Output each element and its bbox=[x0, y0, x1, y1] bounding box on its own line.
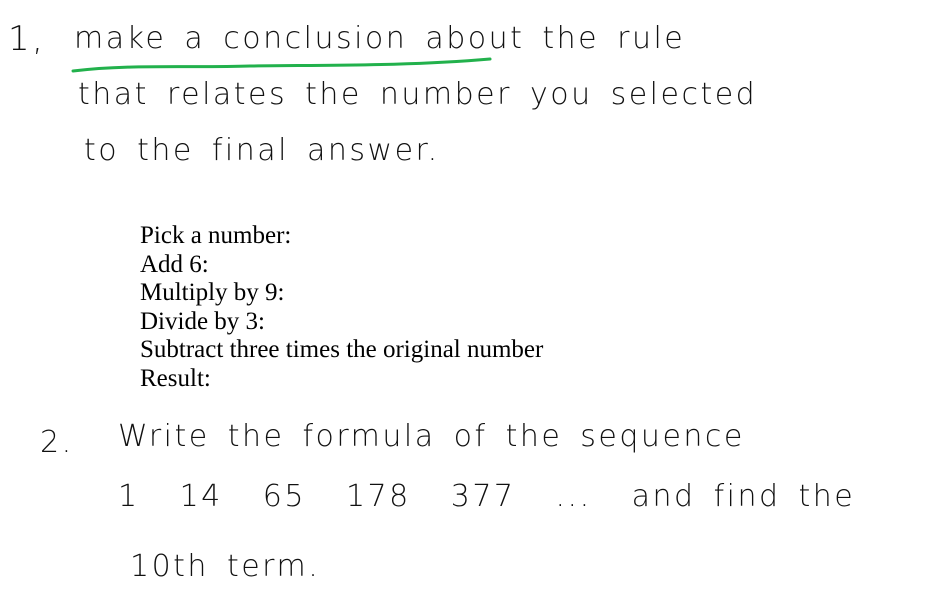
word: a bbox=[184, 21, 206, 56]
question-2-sequence-line: 1 14 65 178 377... and find the bbox=[118, 482, 873, 512]
sequence-term: 14 bbox=[179, 479, 223, 514]
word: number bbox=[379, 77, 512, 112]
word: answer. bbox=[307, 133, 440, 168]
word: term. bbox=[226, 549, 321, 584]
question-1-line-1: make a conclusion about the rule bbox=[74, 24, 703, 54]
word: formula bbox=[302, 419, 436, 454]
word: and bbox=[631, 479, 696, 514]
word: the bbox=[305, 77, 362, 112]
question-1-line-2: that relates the number you selected bbox=[78, 80, 775, 110]
word: the bbox=[542, 21, 600, 56]
question-2-line-3: 10th term. bbox=[130, 552, 338, 582]
step-add-6: Add 6: bbox=[140, 250, 209, 278]
step-subtract-original: Subtract three times the original number bbox=[140, 336, 544, 363]
word: the bbox=[505, 419, 563, 454]
word: the bbox=[227, 419, 285, 454]
sequence-term: 377 bbox=[450, 479, 516, 514]
sequence-term: 178 bbox=[345, 479, 411, 514]
underline-stroke bbox=[71, 57, 492, 73]
step-result: Result: bbox=[140, 364, 211, 392]
question-1-line-3: to the final answer. bbox=[84, 136, 458, 166]
sequence-ellipsis: ... bbox=[555, 479, 592, 514]
word: to bbox=[84, 133, 120, 168]
word: find bbox=[713, 479, 781, 514]
word: relates bbox=[166, 77, 288, 112]
number-trick-steps: Pick a number: Add 6: Multiply by 9: Div… bbox=[140, 222, 543, 393]
sequence-term: 1 bbox=[118, 479, 140, 514]
word: about bbox=[425, 21, 525, 56]
word: 10th bbox=[130, 549, 209, 584]
sequence-term: 65 bbox=[262, 479, 306, 514]
word: you bbox=[529, 77, 593, 112]
word: the bbox=[798, 479, 856, 514]
question-2-line-1: Write the formula of the sequence bbox=[118, 422, 763, 452]
step-multiply-9: Multiply by 9: bbox=[140, 279, 285, 306]
word: rule bbox=[617, 21, 686, 56]
question-2-number: 2. bbox=[40, 425, 74, 460]
step-pick-number: Pick a number: bbox=[140, 222, 292, 249]
word: Write bbox=[118, 419, 210, 454]
word: final bbox=[211, 133, 289, 168]
question-1-number: 1, bbox=[8, 19, 46, 59]
word: conclusion bbox=[223, 21, 408, 56]
word: sequence bbox=[580, 419, 745, 454]
word: that bbox=[78, 77, 149, 112]
step-divide-3: Divide by 3: bbox=[140, 307, 265, 335]
word: selected bbox=[610, 77, 758, 112]
word: the bbox=[137, 133, 194, 168]
word: make bbox=[74, 21, 167, 56]
word: of bbox=[453, 419, 488, 454]
